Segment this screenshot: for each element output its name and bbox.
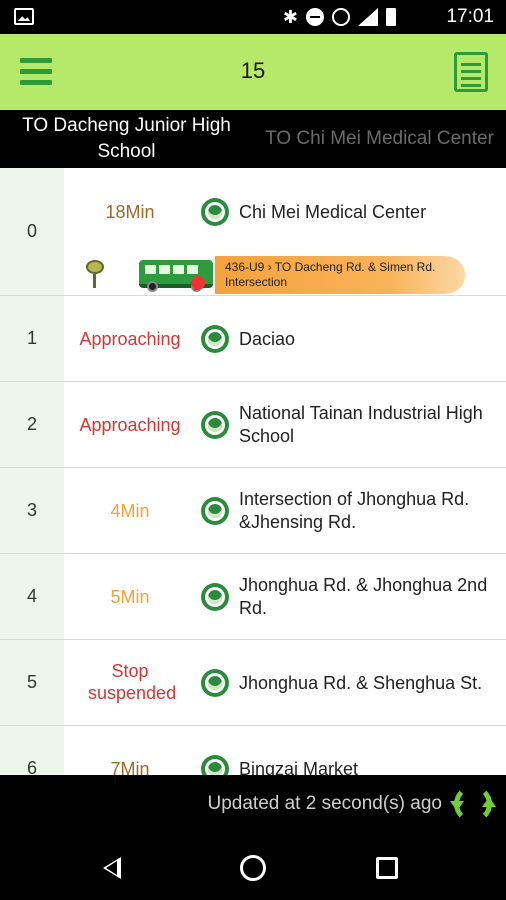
home-icon[interactable]: [240, 855, 266, 881]
signal-icon: [358, 8, 378, 26]
battery-icon: [386, 8, 396, 26]
status-icons: ✱: [283, 6, 396, 28]
stop-name: Daciao: [239, 329, 296, 349]
stop-index: 1: [0, 296, 64, 381]
update-footer: Updated at 2 second(s) ago: [0, 775, 506, 835]
timetable-icon[interactable]: [454, 52, 488, 92]
updated-status: Updated at 2 second(s) ago: [207, 793, 443, 814]
eta-label: 18Min: [105, 202, 155, 222]
eta-label: Approaching: [79, 415, 181, 435]
bus-stop-icon: [201, 325, 229, 353]
stop-index: 2: [0, 382, 64, 467]
accessible-badge-icon: [191, 276, 205, 290]
eta-label: Stop suspended: [88, 661, 177, 703]
bus-stop-icon: [201, 497, 229, 525]
alarm-icon: [332, 8, 350, 26]
bluetooth-icon: ✱: [282, 6, 298, 27]
direction-tabs: TO Dacheng Junior High School TO Chi Mei…: [0, 110, 506, 168]
list-item[interactable]: 5 Stop suspended Jhonghua Rd. & Shenghua…: [0, 640, 506, 726]
bus-stop-icon: [201, 198, 229, 226]
stop-name: Intersection of Jhonghua Rd. &Jhensing R…: [239, 489, 470, 532]
stop-list[interactable]: 0 18Min Chi Mei Medical Center 436-U9 › …: [0, 168, 506, 775]
stop-name: Bingzai Market: [239, 759, 359, 775]
list-item[interactable]: 2 Approaching National Tainan Industrial…: [0, 382, 506, 468]
eta-label: Approaching: [79, 329, 181, 349]
do-not-disturb-icon: [306, 8, 324, 26]
stop-index: 4: [0, 554, 64, 639]
back-icon[interactable]: [103, 857, 121, 879]
bus-stop-icon: [201, 583, 229, 611]
bus-stop-sign-icon: [86, 260, 104, 290]
stop-index: 0: [0, 168, 64, 295]
stop-index: 6: [0, 726, 64, 775]
stop-index: 5: [0, 640, 64, 725]
tab-to-dacheng[interactable]: TO Dacheng Junior High School: [0, 110, 253, 168]
status-bar: ✱ 17:01: [0, 0, 506, 34]
stop-name: National Tainan Industrial High School: [239, 403, 483, 446]
refresh-icon[interactable]: [450, 785, 496, 823]
bus-info-banner: 436-U9 › TO Dacheng Rd. & Simen Rd. Inte…: [215, 256, 465, 294]
stop-index: 3: [0, 468, 64, 553]
bus-stop-icon: [201, 755, 229, 775]
tab-to-chi-mei[interactable]: TO Chi Mei Medical Center: [253, 110, 506, 168]
eta-label: 7Min: [110, 759, 150, 775]
clock: 17:01: [446, 6, 494, 27]
app-bar: 15: [0, 34, 506, 110]
list-item[interactable]: 1 Approaching Daciao: [0, 296, 506, 382]
stop-name: Jhonghua Rd. & Shenghua St.: [239, 673, 483, 693]
stop-name: Jhonghua Rd. & Jhonghua 2nd Rd.: [239, 575, 488, 618]
list-item[interactable]: 6 7Min Bingzai Market: [0, 726, 506, 775]
eta-label: 5Min: [110, 587, 150, 607]
navigation-bar: [0, 835, 506, 900]
bus-stop-icon: [201, 669, 229, 697]
list-item[interactable]: 4 5Min Jhonghua Rd. & Jhonghua 2nd Rd.: [0, 554, 506, 640]
recent-apps-icon[interactable]: [376, 857, 398, 879]
list-item[interactable]: 3 4Min Intersection of Jhonghua Rd. &Jhe…: [0, 468, 506, 554]
bus-stop-icon: [201, 411, 229, 439]
image-notification-icon: [14, 8, 34, 25]
route-title: 15: [240, 58, 266, 83]
eta-label: 4Min: [110, 501, 150, 521]
list-item[interactable]: 0 18Min Chi Mei Medical Center 436-U9 › …: [0, 168, 506, 296]
stop-name: Chi Mei Medical Center: [239, 202, 427, 222]
